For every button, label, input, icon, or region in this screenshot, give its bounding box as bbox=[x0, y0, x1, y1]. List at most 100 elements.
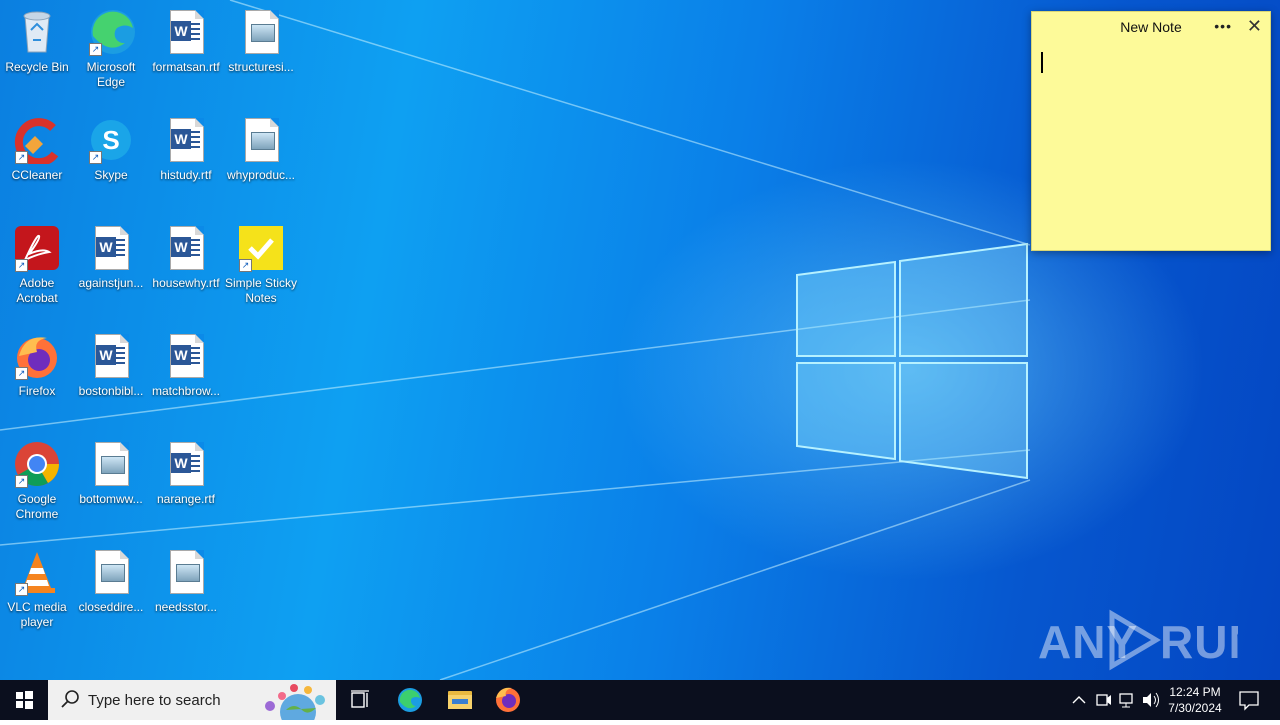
desktop-icon-label: Microsoft Edge bbox=[86, 60, 136, 89]
taskbar-search-box[interactable]: Type here to search bbox=[48, 680, 336, 720]
taskbar-firefox-button[interactable] bbox=[484, 680, 532, 720]
watermark-logo: ANY RUN bbox=[1038, 608, 1262, 680]
taskbar-file-explorer-button[interactable] bbox=[436, 680, 484, 720]
shortcut-arrow-icon: ↗ bbox=[15, 475, 28, 488]
task-view-icon bbox=[351, 690, 369, 708]
search-placeholder: Type here to search bbox=[88, 692, 221, 709]
desktop-icon[interactable]: ↗ VLC media player bbox=[0, 548, 75, 630]
desktop-icon-label: needsstor... bbox=[154, 600, 218, 614]
desktop-icon-glyph: W bbox=[87, 224, 135, 272]
desktop-icon[interactable]: ↗ Firefox bbox=[0, 332, 75, 399]
word-document-icon: W bbox=[170, 334, 204, 378]
sticky-note-window[interactable]: New Note ••• ✕ bbox=[1031, 11, 1271, 251]
svg-text:RUN: RUN bbox=[1160, 616, 1238, 668]
notification-icon bbox=[1239, 691, 1259, 711]
desktop-icon[interactable]: Wmatchbrow... bbox=[148, 332, 224, 399]
windows-icon bbox=[16, 691, 33, 709]
edge-icon bbox=[398, 688, 422, 712]
tray-network-button[interactable] bbox=[1114, 680, 1138, 720]
firefox-icon bbox=[496, 687, 520, 712]
shortcut-arrow-icon: ↗ bbox=[89, 151, 102, 164]
image-file-icon bbox=[95, 442, 129, 486]
taskbar-edge-button[interactable] bbox=[386, 680, 434, 720]
desktop: Recycle Bin ↗ Microsoft Edge Wformatsan.rtf… bbox=[0, 0, 1280, 680]
desktop-icon-glyph: W bbox=[162, 332, 210, 380]
desktop-icon[interactable]: ↗ Microsoft Edge bbox=[73, 8, 149, 90]
search-icon bbox=[61, 690, 79, 708]
desktop-icon-label: closeddire... bbox=[78, 600, 144, 614]
desktop-icon-glyph: S ↗ bbox=[87, 116, 135, 164]
taskbar: Type here to search 12:24 PM 7/30/2024 bbox=[0, 680, 1280, 720]
desktop-icon-glyph: W bbox=[162, 116, 210, 164]
desktop-icon-label: whyproduc... bbox=[226, 168, 296, 182]
word-document-icon: W bbox=[170, 442, 204, 486]
tray-volume-button[interactable] bbox=[1138, 680, 1162, 720]
desktop-icon[interactable]: whyproduc... bbox=[223, 116, 299, 183]
desktop-icon[interactable]: ↗ Simple Sticky Notes bbox=[223, 224, 299, 306]
close-icon[interactable]: ✕ bbox=[1247, 17, 1262, 35]
desktop-icon-glyph bbox=[237, 8, 285, 56]
shortcut-arrow-icon: ↗ bbox=[239, 259, 252, 272]
word-document-icon: W bbox=[170, 118, 204, 162]
network-icon bbox=[1119, 693, 1133, 708]
desktop-icon[interactable]: needsstor... bbox=[148, 548, 224, 615]
desktop-icon-label: Firefox bbox=[18, 384, 56, 398]
text-caret[interactable] bbox=[1041, 52, 1043, 73]
action-center-button[interactable] bbox=[1232, 680, 1266, 720]
image-file-icon bbox=[95, 550, 129, 594]
desktop-icon-glyph bbox=[13, 8, 61, 56]
desktop-icon[interactable]: Recycle Bin bbox=[0, 8, 75, 75]
desktop-icon[interactable]: ↗ CCleaner bbox=[0, 116, 75, 183]
desktop-icon-glyph bbox=[87, 440, 135, 488]
taskbar-clock[interactable]: 12:24 PM 7/30/2024 bbox=[1160, 684, 1230, 716]
desktop-icon-label: formatsan.rtf bbox=[152, 60, 220, 74]
sticky-note-title: New Note bbox=[1120, 19, 1182, 35]
desktop-icon-label: againstjun... bbox=[78, 276, 144, 290]
start-button[interactable] bbox=[0, 680, 48, 720]
desktop-icon-label: VLC media player bbox=[7, 600, 67, 629]
desktop-icon-label: bostonbibl... bbox=[78, 384, 144, 398]
desktop-icon-glyph: ↗ bbox=[13, 116, 61, 167]
word-document-icon: W bbox=[95, 334, 129, 378]
desktop-icon[interactable]: structuresi... bbox=[223, 8, 299, 75]
desktop-icon-label: housewhy.rtf bbox=[152, 276, 220, 290]
desktop-icon-glyph: ↗ bbox=[87, 8, 135, 56]
desktop-icon[interactable]: ↗ Adobe Acrobat bbox=[0, 224, 75, 306]
desktop-icon-label: Recycle Bin bbox=[5, 60, 69, 74]
desktop-icon-label: structuresi... bbox=[228, 60, 294, 74]
recycle-bin-icon bbox=[23, 11, 51, 53]
tray-meet-button[interactable] bbox=[1092, 680, 1114, 720]
speaker-icon bbox=[1143, 692, 1159, 708]
desktop-icon[interactable]: S ↗ Skype bbox=[73, 116, 149, 183]
camera-icon bbox=[1096, 694, 1111, 706]
desktop-icon[interactable]: Wagainstjun... bbox=[73, 224, 149, 291]
desktop-icon[interactable]: Wbostonbibl... bbox=[73, 332, 149, 399]
task-view-button[interactable] bbox=[336, 680, 384, 720]
desktop-icon-label: Google Chrome bbox=[15, 492, 59, 521]
word-document-icon: W bbox=[170, 10, 204, 54]
desktop-icon[interactable]: Wnarange.rtf bbox=[148, 440, 224, 507]
desktop-icon-glyph: ↗ bbox=[13, 440, 61, 488]
desktop-icon-label: CCleaner bbox=[11, 168, 63, 182]
svg-text:S: S bbox=[102, 125, 119, 155]
desktop-icon-glyph: ↗ bbox=[13, 548, 61, 596]
search-highlight-icon bbox=[265, 684, 325, 720]
desktop-icon[interactable]: bottomww... bbox=[73, 440, 149, 507]
chevron-up-icon bbox=[1072, 696, 1086, 704]
word-document-icon: W bbox=[95, 226, 129, 270]
desktop-icon-label: narange.rtf bbox=[156, 492, 216, 506]
shortcut-arrow-icon: ↗ bbox=[89, 43, 102, 56]
desktop-icon-glyph bbox=[237, 116, 285, 164]
desktop-icon-glyph bbox=[87, 548, 135, 596]
desktop-icon[interactable]: Whistudy.rtf bbox=[148, 116, 224, 183]
clock-date: 7/30/2024 bbox=[1168, 701, 1222, 715]
desktop-icon-label: matchbrow... bbox=[151, 384, 221, 398]
image-file-icon bbox=[170, 550, 204, 594]
more-horizontal-icon[interactable]: ••• bbox=[1214, 18, 1232, 34]
desktop-icon[interactable]: closeddire... bbox=[73, 548, 149, 615]
desktop-icon[interactable]: Wformatsan.rtf bbox=[148, 8, 224, 75]
desktop-icon[interactable]: ↗ Google Chrome bbox=[0, 440, 75, 522]
desktop-icon[interactable]: Whousewhy.rtf bbox=[148, 224, 224, 291]
desktop-icon-label: Adobe Acrobat bbox=[16, 276, 58, 305]
show-hidden-icons-button[interactable] bbox=[1066, 680, 1092, 720]
